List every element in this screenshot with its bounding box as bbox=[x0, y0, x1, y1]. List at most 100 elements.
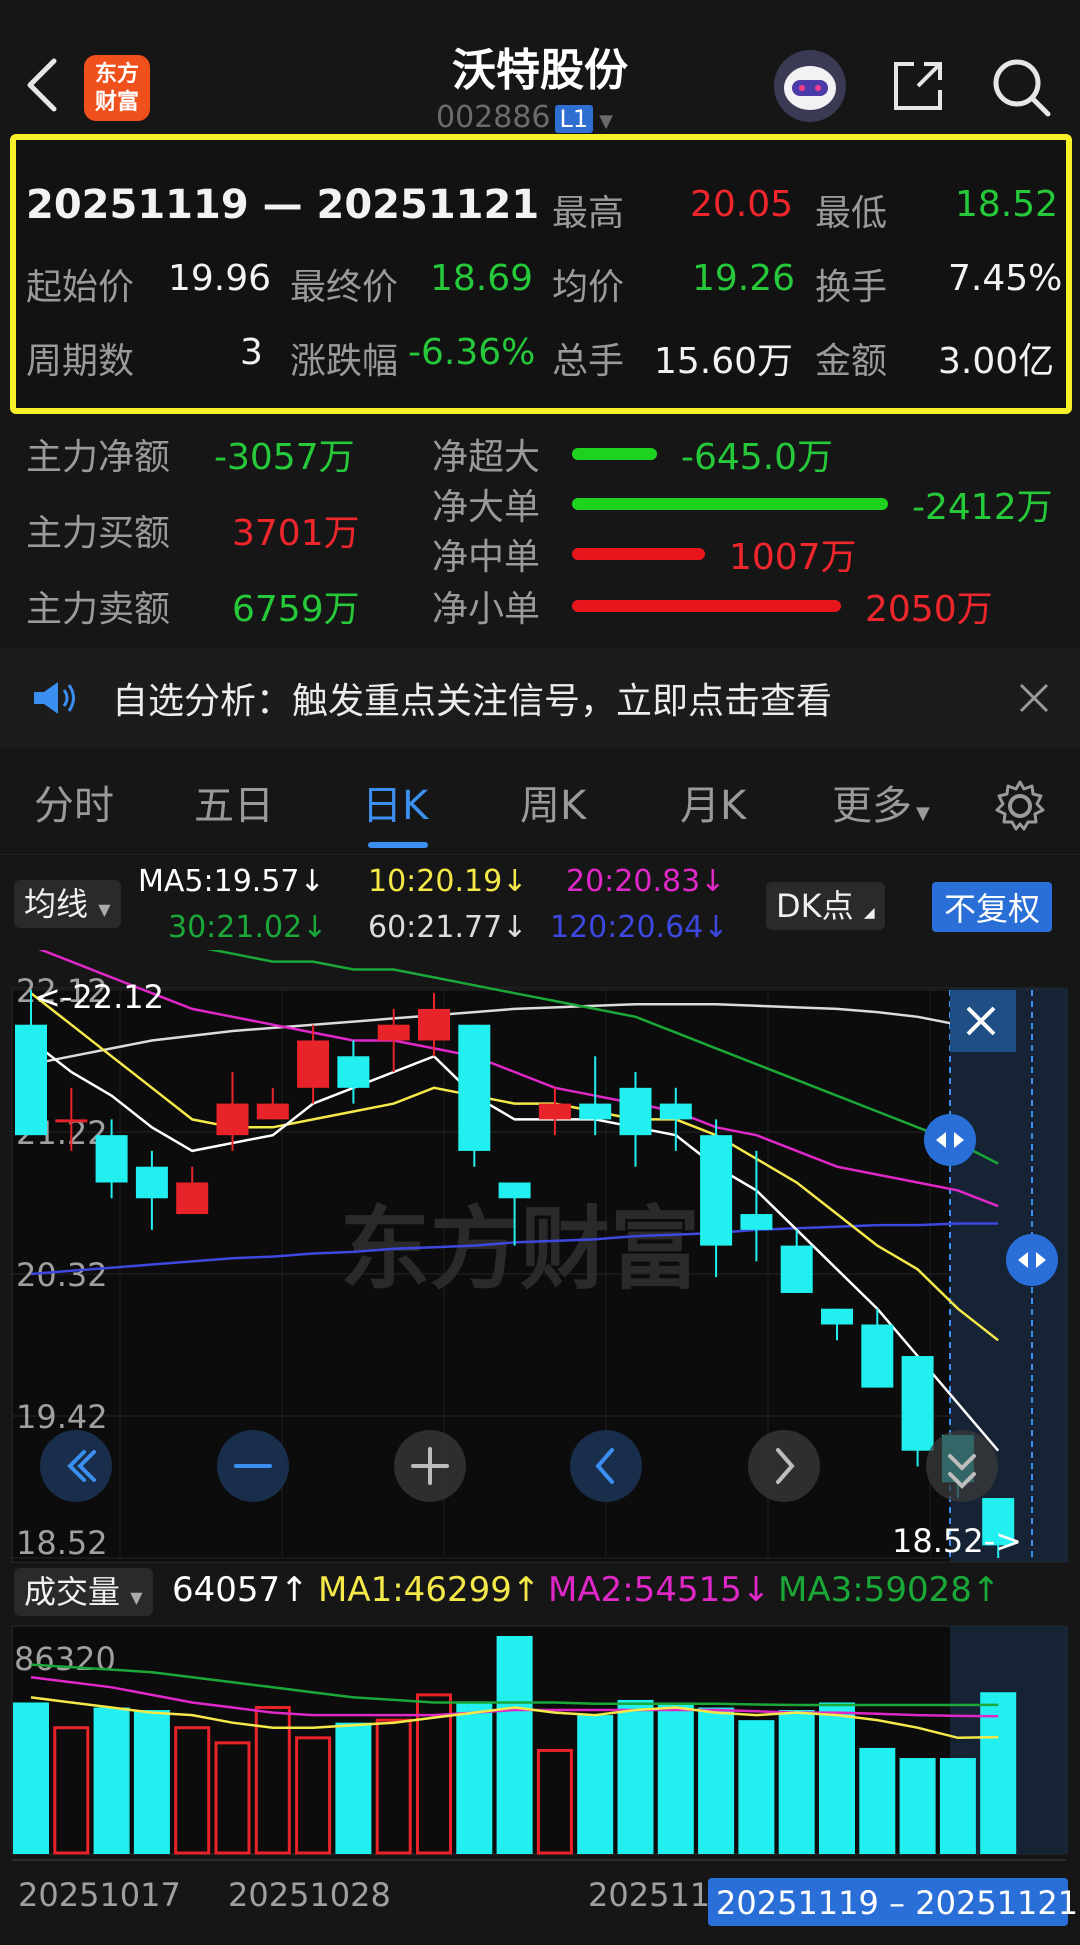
candle-body bbox=[458, 1024, 491, 1151]
flow-label: 净大单 bbox=[432, 487, 541, 528]
tab-monthly-k[interactable]: 月K bbox=[680, 758, 746, 854]
tab-more[interactable]: 更多 ▼ bbox=[832, 758, 930, 862]
candle-body bbox=[498, 1182, 531, 1199]
indicator-selector[interactable]: 均线 ▼ bbox=[14, 880, 121, 928]
main-sell-value: 6759万 bbox=[232, 589, 360, 630]
open-value: 19.96 bbox=[168, 258, 272, 299]
logo-text-top: 东方 bbox=[94, 62, 139, 87]
chevron-down-icon: ▼ bbox=[599, 111, 614, 132]
flow-bar bbox=[572, 448, 657, 460]
back-icon[interactable] bbox=[22, 55, 62, 115]
rewind-button[interactable] bbox=[40, 1430, 112, 1502]
selection-date-label: 20251119 – 20251121 bbox=[716, 1884, 1078, 1922]
scroll-right-button[interactable] bbox=[748, 1430, 820, 1502]
flow-label: 净中单 bbox=[432, 537, 541, 578]
candle-body bbox=[216, 1103, 249, 1136]
candle-body bbox=[135, 1166, 168, 1199]
amount-value: 3.00亿 bbox=[938, 341, 1055, 382]
periods-value: 3 bbox=[240, 332, 263, 373]
tab-intraday[interactable]: 分时 bbox=[34, 758, 114, 854]
price-tick-label: 18.52 bbox=[16, 1524, 108, 1562]
notice-text: 自选分析：触发重点关注信号，立即点击查看 bbox=[112, 681, 833, 722]
periods-label: 周期数 bbox=[26, 341, 135, 382]
share-icon[interactable] bbox=[888, 56, 948, 116]
high-label: 最高 bbox=[552, 193, 625, 234]
speaker-icon bbox=[34, 682, 75, 714]
low-value: 18.52 bbox=[955, 184, 1059, 225]
main-sell-label: 主力卖额 bbox=[26, 589, 171, 630]
tab-more-label: 更多 bbox=[832, 783, 912, 829]
volume-bar bbox=[456, 1702, 493, 1854]
scroll-left-button[interactable] bbox=[570, 1430, 642, 1502]
volume-bar bbox=[899, 1758, 936, 1854]
price-tick-label: 20.32 bbox=[16, 1256, 108, 1294]
ma60-value: 60:21.77↓ bbox=[368, 910, 528, 945]
volume-chart[interactable]: 8632020251017 20251028 2025111020251119 – … bbox=[0, 1622, 1080, 1945]
candle-body bbox=[15, 1024, 47, 1136]
volume-bar bbox=[819, 1702, 855, 1854]
candle-body bbox=[256, 1103, 289, 1120]
tab-weekly-k[interactable]: 周K bbox=[520, 758, 586, 854]
volume-value: 15.60万 bbox=[654, 341, 794, 382]
turnover-value: 7.45% bbox=[948, 258, 1063, 299]
candle-body bbox=[901, 1356, 934, 1451]
volume-ma3: MA3:59028↑ bbox=[778, 1570, 1001, 1610]
close-icon[interactable] bbox=[1018, 682, 1050, 714]
stock-code-text: 002886 bbox=[436, 100, 551, 135]
candle-body bbox=[377, 1024, 410, 1041]
candle[interactable] bbox=[901, 1356, 934, 1467]
volume-label: 总手 bbox=[552, 341, 625, 382]
ma10-value: 10:20.19↓ bbox=[368, 864, 528, 899]
volume-bar bbox=[496, 1636, 533, 1854]
dk-point-label: DK点 bbox=[776, 887, 854, 925]
candle-body bbox=[579, 1103, 612, 1120]
candle-body bbox=[619, 1087, 652, 1136]
turnover-label: 换手 bbox=[815, 267, 888, 308]
tab-daily-k[interactable]: 日K bbox=[362, 758, 428, 854]
volume-bar bbox=[617, 1699, 654, 1854]
ma5-value: MA5:19.57↓ bbox=[138, 864, 325, 899]
main-net-value: -3057万 bbox=[214, 437, 355, 478]
candle-body bbox=[418, 1008, 450, 1041]
notice-banner[interactable]: 自选分析：触发重点关注信号，立即点击查看 bbox=[0, 648, 1080, 748]
chart-period-tabs: 分时 五日 日K 周K 月K 更多 ▼ bbox=[0, 758, 1080, 855]
candle-body bbox=[780, 1245, 813, 1293]
candle-body bbox=[297, 1040, 330, 1088]
stock-code[interactable]: 002886 L1 ▼ bbox=[436, 100, 613, 135]
flow-bar bbox=[572, 548, 705, 560]
main-buy-value: 3701万 bbox=[232, 513, 360, 554]
app-logo[interactable]: 东方 财富 bbox=[84, 55, 150, 121]
ma120-value: 120:20.64↓ bbox=[550, 910, 729, 945]
chevron-down-icon: ▼ bbox=[916, 803, 930, 824]
ma20-value: 20:20.83↓ bbox=[566, 864, 726, 899]
volume-bar bbox=[133, 1710, 170, 1854]
volume-bar bbox=[577, 1715, 614, 1854]
candlestick-chart[interactable]: 22.1221.2220.3219.4218.52东方财富<-22.1218.5… bbox=[0, 950, 1080, 1565]
selection-drag-handle[interactable] bbox=[1006, 1234, 1058, 1286]
volume-bar bbox=[778, 1710, 815, 1854]
flow-value: 2050万 bbox=[865, 589, 993, 630]
date-tick-label: 20251017 bbox=[18, 1876, 181, 1914]
stock-title: 沃特股份 bbox=[452, 45, 628, 96]
volume-indicator-selector[interactable]: 成交量 ▼ bbox=[14, 1568, 153, 1616]
search-icon[interactable] bbox=[990, 56, 1052, 118]
close-value: 18.69 bbox=[430, 258, 534, 299]
indicator-selector-label: 均线 bbox=[24, 885, 89, 923]
selection-drag-handle[interactable] bbox=[924, 1114, 976, 1166]
candle[interactable] bbox=[458, 1024, 491, 1167]
volume-bar bbox=[859, 1747, 896, 1854]
tab-five-day[interactable]: 五日 bbox=[194, 758, 274, 854]
assistant-robot-icon[interactable] bbox=[774, 50, 846, 122]
low-price-marker: 18.52-> bbox=[892, 1522, 1022, 1560]
candle-body bbox=[95, 1135, 128, 1183]
settings-gear-icon[interactable] bbox=[992, 778, 1048, 834]
chevron-down-icon: ▼ bbox=[130, 1588, 143, 1607]
active-tab-indicator bbox=[368, 842, 428, 848]
dk-point-button[interactable]: DK点 ◢ bbox=[766, 882, 885, 930]
date-tick-label: 20251028 bbox=[228, 1876, 391, 1914]
candle-body bbox=[538, 1103, 571, 1120]
volume-bar bbox=[698, 1707, 735, 1854]
flow-value: -645.0万 bbox=[681, 437, 834, 478]
ma30-value: 30:21.02↓ bbox=[168, 910, 328, 945]
price-adjust-button[interactable]: 不复权 bbox=[932, 882, 1053, 932]
